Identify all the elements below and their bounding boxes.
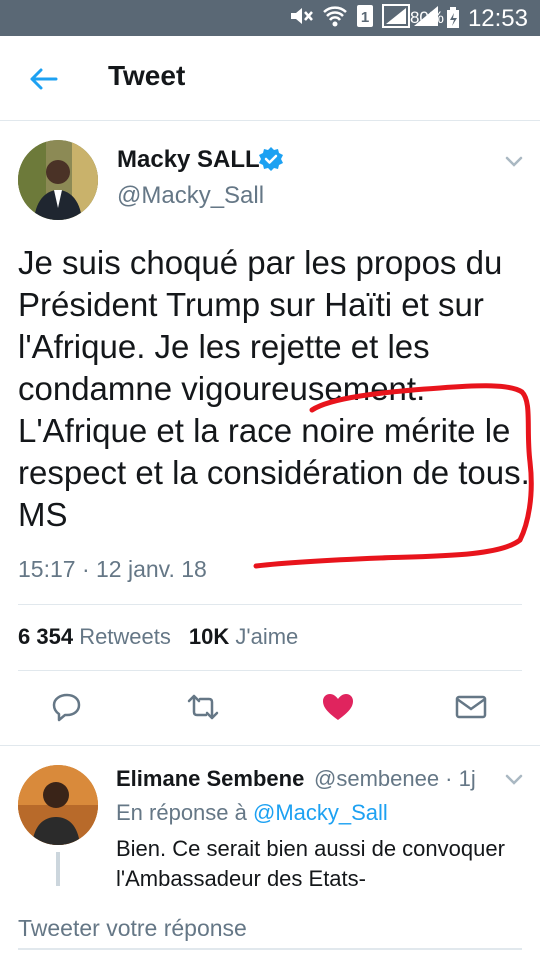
status-bar: 1 80% 12:53 — [0, 0, 540, 36]
tweet-timestamp: 15:17 · 12 janv. 18 — [18, 556, 207, 582]
reply-author-handle[interactable]: @sembenee · 1j — [314, 766, 476, 792]
tweet-stats: 6 354 Retweets 10K J'aime — [18, 624, 298, 650]
wifi-icon — [322, 4, 348, 33]
battery-percent: 80% — [409, 8, 444, 27]
mute-icon — [288, 5, 314, 32]
divider — [18, 604, 522, 605]
likes-label: J'aime — [235, 624, 299, 649]
retweets-count: 6 354 — [18, 624, 74, 649]
divider — [18, 670, 522, 671]
reply-avatar[interactable] — [18, 765, 98, 845]
sim-icon: 1 — [356, 4, 374, 33]
svg-text:1: 1 — [361, 9, 369, 26]
chevron-down-icon[interactable] — [503, 150, 525, 172]
back-arrow-icon[interactable] — [26, 62, 60, 96]
reply-text: Bien. Ce serait bien aussi de convoquer … — [116, 836, 505, 886]
chevron-down-icon[interactable] — [503, 768, 525, 790]
retweet-icon[interactable] — [186, 690, 220, 724]
section-divider — [0, 745, 540, 746]
app-bar: Tweet — [0, 36, 540, 121]
verified-icon — [258, 146, 284, 172]
retweets-stat[interactable]: 6 354 Retweets — [18, 624, 171, 649]
author-handle[interactable]: @Macky_Sall — [117, 182, 264, 210]
likes-stat[interactable]: 10K J'aime — [189, 624, 298, 649]
heart-icon[interactable] — [321, 690, 355, 724]
reply-author-name[interactable]: Elimane Sembene — [116, 766, 304, 792]
clock: 12:53 — [467, 5, 528, 32]
in-reply-to-handle[interactable]: @Macky_Sall — [253, 800, 388, 825]
compose-bar — [0, 886, 540, 960]
mail-icon[interactable] — [454, 690, 488, 724]
retweets-label: Retweets — [79, 624, 171, 649]
reply-icon[interactable] — [50, 690, 84, 724]
author-name[interactable]: Macky SALL — [117, 146, 260, 174]
likes-count: 10K — [188, 624, 230, 649]
page-title: Tweet — [108, 60, 186, 91]
tweet-text: Je suis choqué par les propos du Préside… — [18, 244, 530, 533]
reply-input[interactable] — [18, 908, 522, 950]
in-reply-to: En réponse à @Macky_Sall — [116, 800, 388, 826]
in-reply-to-prefix: En réponse à — [116, 800, 247, 825]
battery-icon — [446, 7, 460, 34]
avatar[interactable] — [18, 140, 98, 220]
